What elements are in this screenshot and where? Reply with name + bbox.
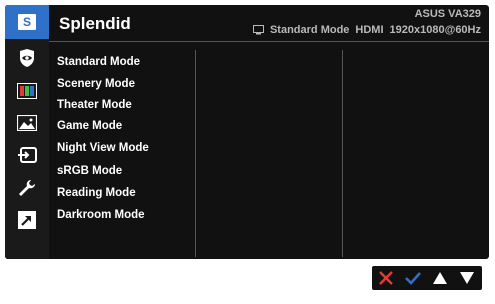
resolution: 1920x1080@60Hz — [389, 24, 481, 36]
title-bar: Splendid ASUS VA329 Standard Mode HDMI 1… — [49, 5, 489, 39]
sidebar-item-image[interactable] — [12, 110, 42, 136]
sidebar-item-color[interactable] — [12, 78, 42, 104]
column-divider-2 — [342, 50, 343, 257]
image-icon — [17, 115, 37, 131]
status-line: Standard Mode HDMI 1920x1080@60Hz — [252, 24, 481, 36]
control-buttons — [372, 266, 482, 290]
osd-menu: S Splendid ASUS VA329 Standard Mode HDMI… — [5, 5, 489, 259]
exit-x-icon — [379, 271, 393, 285]
monitor-icon — [252, 25, 264, 35]
color-icon — [17, 83, 37, 99]
model-name: ASUS VA329 — [414, 8, 481, 20]
up-button[interactable] — [428, 266, 452, 290]
mode-item-night-view[interactable]: Night View Mode — [57, 142, 149, 154]
eye-care-icon — [20, 49, 34, 67]
sidebar-item-input-select[interactable] — [12, 142, 42, 168]
shortcut-icon — [18, 211, 36, 229]
svg-text:S: S — [23, 15, 31, 29]
sidebar-item-shortcut[interactable] — [12, 207, 42, 233]
up-arrow-icon — [433, 272, 447, 284]
page-title: Splendid — [59, 14, 131, 33]
confirm-check-icon — [405, 272, 421, 285]
input-source: HDMI — [355, 24, 384, 36]
sidebar: S — [5, 5, 49, 259]
current-mode: Standard Mode — [269, 24, 350, 36]
sidebar-item-splendid[interactable]: S — [5, 5, 49, 39]
sidebar-item-eye-care[interactable] — [12, 45, 42, 71]
mode-item-reading[interactable]: Reading Mode — [57, 187, 136, 199]
sidebar-item-system-setup[interactable] — [12, 175, 42, 201]
system-setup-icon — [19, 180, 35, 196]
splendid-icon: S — [18, 14, 36, 30]
down-button[interactable] — [455, 266, 479, 290]
confirm-button[interactable] — [401, 266, 425, 290]
mode-item-srgb[interactable]: sRGB Mode — [57, 165, 122, 177]
exit-button[interactable] — [374, 266, 398, 290]
column-divider-1 — [195, 50, 196, 257]
mode-item-scenery[interactable]: Scenery Mode — [57, 78, 135, 90]
mode-item-game[interactable]: Game Mode — [57, 120, 122, 132]
input-select-icon — [18, 147, 37, 163]
mode-item-darkroom[interactable]: Darkroom Mode — [57, 209, 145, 221]
header-divider — [49, 41, 489, 42]
mode-item-theater[interactable]: Theater Mode — [57, 99, 132, 111]
down-arrow-icon — [460, 272, 474, 284]
mode-item-standard[interactable]: Standard Mode — [57, 56, 140, 68]
